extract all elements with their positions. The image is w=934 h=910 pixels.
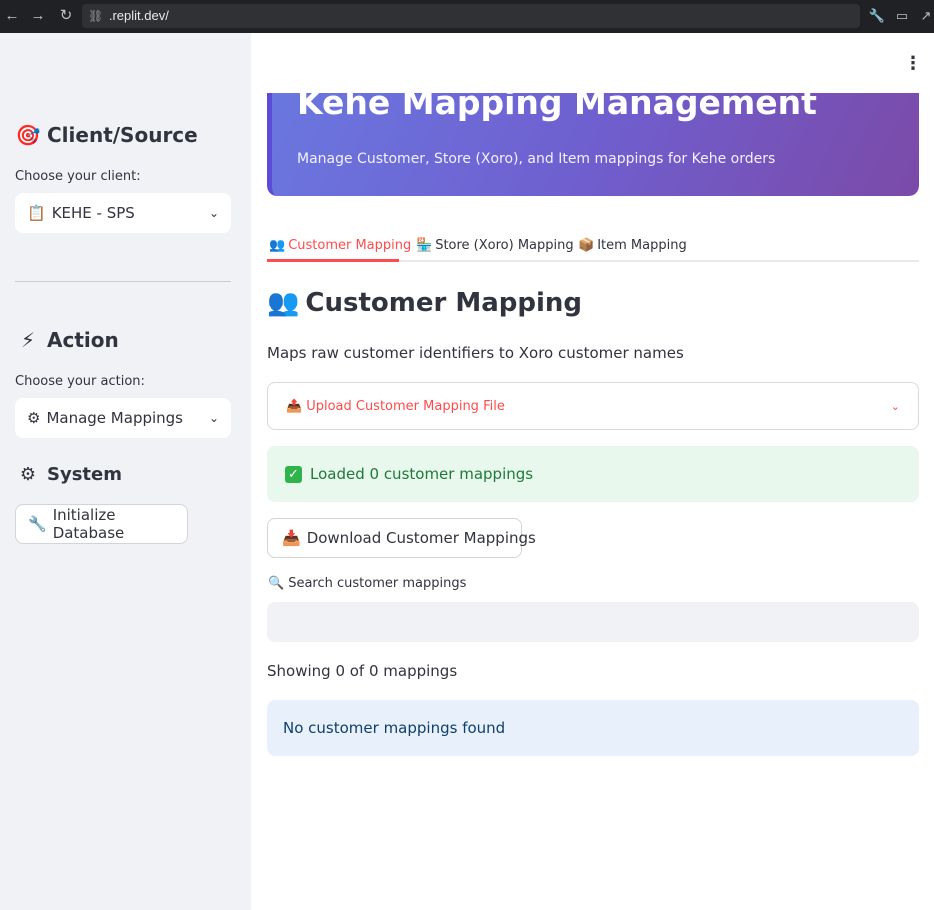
url-text: .replit.dev/: [108, 8, 169, 23]
browser-toolbar: ← → ↻ ⛓ .replit.dev/ 🔧 ▭ ↗: [0, 0, 934, 33]
active-tab-indicator: [267, 259, 399, 262]
chevron-down-icon: ⌄: [208, 411, 219, 425]
tab-label: Store (Xoro) Mapping: [435, 237, 574, 253]
tab-label: Item Mapping: [597, 237, 687, 253]
upload-icon: 📤: [286, 398, 303, 414]
back-arrow-icon[interactable]: ←: [2, 6, 22, 26]
search-icon: 🔍: [268, 576, 285, 591]
client-select[interactable]: 📋 KEHE - SPS ⌄: [15, 193, 231, 233]
action-label: Choose your action:: [15, 374, 145, 389]
download-mappings-button[interactable]: 📥 Download Customer Mappings: [267, 518, 536, 558]
success-text: Loaded 0 customer mappings: [310, 465, 534, 483]
success-alert: ✓ Loaded 0 customer mappings: [267, 446, 919, 502]
reload-icon[interactable]: ↻: [56, 6, 76, 26]
gear-icon: ⚙: [19, 464, 37, 485]
sidebar: 🎯 Client/Source Choose your client: 📋 KE…: [0, 33, 251, 910]
info-text: No customer mappings found: [283, 719, 506, 737]
client-label: Choose your client:: [15, 169, 141, 184]
client-source-heading: 🎯 Client/Source: [15, 123, 198, 147]
upload-expander-label: Upload Customer Mapping File: [306, 398, 505, 414]
tab-item-mapping[interactable]: 📦 Item Mapping: [578, 230, 687, 260]
sidebar-divider: [15, 281, 231, 282]
action-select-value: Manage Mappings: [46, 409, 183, 427]
header-banner: Kehe Mapping Management Manage Customer,…: [267, 93, 919, 196]
tab-customer-mapping[interactable]: 👥 Customer Mapping: [269, 230, 411, 260]
section-title: Customer Mapping: [305, 288, 583, 318]
search-label-text: Search customer mappings: [288, 576, 467, 591]
chevron-down-icon: ⌄: [890, 399, 900, 413]
banner-viewport: Kehe Mapping Management Manage Customer,…: [267, 93, 919, 196]
package-icon: 📦: [578, 237, 595, 253]
check-mark-icon: ✓: [285, 465, 302, 483]
section-heading: 👥 Customer Mapping: [267, 288, 582, 318]
people-icon: 👥: [269, 237, 286, 253]
system-title: System: [47, 464, 122, 485]
mapping-tabs: 👥 Customer Mapping 🏪 Store (Xoro) Mappin…: [267, 222, 919, 262]
action-heading: ⚡ Action: [15, 328, 119, 352]
chevron-down-icon: ⌄: [208, 206, 219, 220]
wrench-icon[interactable]: 🔧: [868, 6, 886, 26]
page-subtitle: Manage Customer, Store (Xoro), and Item …: [297, 151, 776, 167]
initialize-database-label: Initialize Database: [52, 506, 125, 542]
wrench-icon: 🔧: [28, 515, 47, 533]
clipboard-icon: 📋: [27, 204, 46, 222]
people-icon: 👥: [267, 288, 300, 318]
tab-label: Customer Mapping: [288, 237, 412, 253]
link-icon: ⛓: [88, 9, 104, 23]
system-heading: ⚙ System: [15, 464, 122, 485]
tab-store-mapping[interactable]: 🏪 Store (Xoro) Mapping: [416, 230, 574, 260]
page-title: Kehe Mapping Management: [297, 93, 817, 122]
action-select[interactable]: ⚙ Manage Mappings ⌄: [15, 398, 231, 438]
info-alert: No customer mappings found: [267, 700, 919, 756]
section-description: Maps raw customer identifiers to Xoro cu…: [267, 344, 684, 362]
upload-expander[interactable]: 📤 Upload Customer Mapping File ⌄: [267, 382, 919, 430]
showing-count: Showing 0 of 0 mappings: [267, 662, 458, 680]
lightning-icon: ⚡: [20, 328, 36, 352]
main-menu-icon[interactable]: ⋮: [904, 52, 922, 74]
target-icon: 🎯: [15, 123, 41, 147]
download-button-label: Download Customer Mappings: [306, 529, 536, 547]
devices-icon[interactable]: ▭: [893, 6, 911, 26]
action-title: Action: [47, 328, 119, 352]
open-external-icon[interactable]: ↗: [917, 6, 934, 26]
address-bar[interactable]: ⛓ .replit.dev/: [82, 4, 860, 28]
client-source-title: Client/Source: [47, 123, 198, 147]
search-input[interactable]: [267, 602, 919, 642]
initialize-database-button[interactable]: 🔧 Initialize Database: [15, 504, 188, 544]
forward-arrow-icon[interactable]: →: [28, 6, 48, 26]
gear-icon: ⚙: [27, 409, 41, 427]
download-icon: 📥: [282, 529, 301, 547]
client-select-value: KEHE - SPS: [51, 204, 135, 222]
search-label: 🔍 Search customer mappings: [268, 576, 466, 591]
store-icon: 🏪: [416, 237, 433, 253]
